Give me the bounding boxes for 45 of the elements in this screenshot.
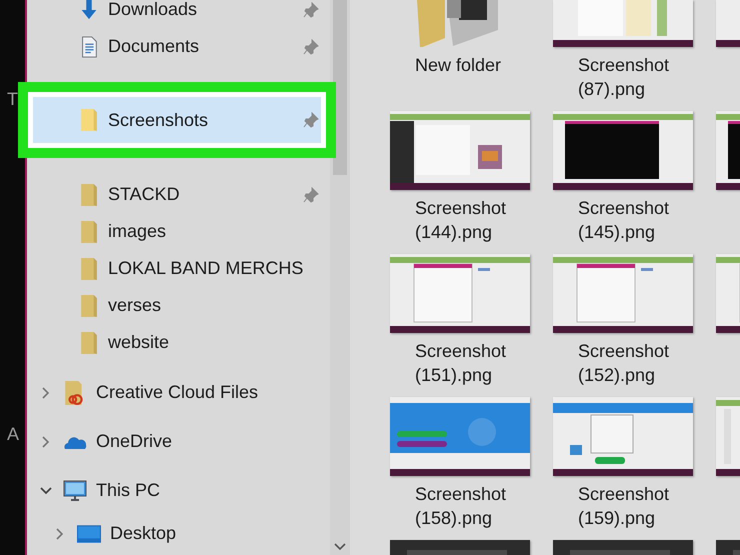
sidebar-label: STACKD: [108, 184, 180, 205]
tree-item[interactable]: Desktop: [33, 515, 321, 552]
folder-icon: [78, 294, 100, 316]
sidebar-label: Screenshots: [108, 110, 208, 130]
tree-label: Desktop: [110, 523, 176, 544]
sidebar-item[interactable]: LOKAL BAND MERCHS: [33, 250, 321, 287]
file-name: Screenshot (152).png: [578, 340, 670, 387]
sidebar-item[interactable]: Documents: [33, 28, 321, 65]
folder-icon: [78, 220, 100, 242]
file-name: Screenshot (144).png: [415, 197, 508, 244]
file-name: Screenshot (87).png: [578, 54, 670, 101]
monitor-icon: [63, 478, 87, 502]
desktop-label: A: [6, 423, 20, 445]
tree-label: This PC: [96, 480, 160, 501]
sidebar-label: Documents: [108, 36, 200, 57]
sidebar-item[interactable]: Screenshots: [33, 97, 321, 143]
tree-item[interactable]: This PC: [33, 466, 321, 515]
desktop-label: T: [6, 88, 19, 110]
sidebar-label: verses: [108, 295, 162, 316]
sidebar-label: Downloads: [108, 0, 198, 20]
sidebar-item[interactable]: Downloads: [33, 0, 321, 28]
sidebar-label: website: [108, 332, 170, 353]
sidebar-item[interactable]: STACKD: [33, 176, 321, 213]
folder-icon: [78, 184, 100, 206]
pin-icon[interactable]: [303, 112, 319, 128]
file-name: Screenshot (158).png: [415, 483, 508, 530]
sidebar-item[interactable]: verses: [33, 287, 321, 324]
scrollbar-thumb[interactable]: [333, 0, 347, 175]
folder-icon: [78, 258, 100, 280]
tree-item[interactable]: OneDrive: [33, 417, 321, 466]
folder-icon: [78, 109, 100, 131]
chevron-down-icon[interactable]: [334, 543, 346, 551]
file-name: Screenshot (159).png: [578, 483, 670, 530]
file-name: Screenshot (145).png: [578, 197, 670, 244]
file-name: New folder: [415, 54, 502, 77]
sidebar-label: LOKAL BAND MERCHS: [108, 258, 304, 279]
sidebar-label: images: [108, 221, 166, 242]
sidebar-item[interactable]: images: [33, 213, 321, 250]
sidebar-item[interactable]: website: [33, 324, 321, 361]
folder-icon: [78, 332, 100, 354]
tree-label: OneDrive: [96, 431, 172, 452]
file-name: Screenshot (151).png: [415, 340, 508, 387]
tree-label: Creative Cloud Files: [96, 382, 258, 403]
scrollbar[interactable]: [330, 0, 350, 555]
tree-item[interactable]: Creative Cloud Files: [33, 368, 321, 417]
